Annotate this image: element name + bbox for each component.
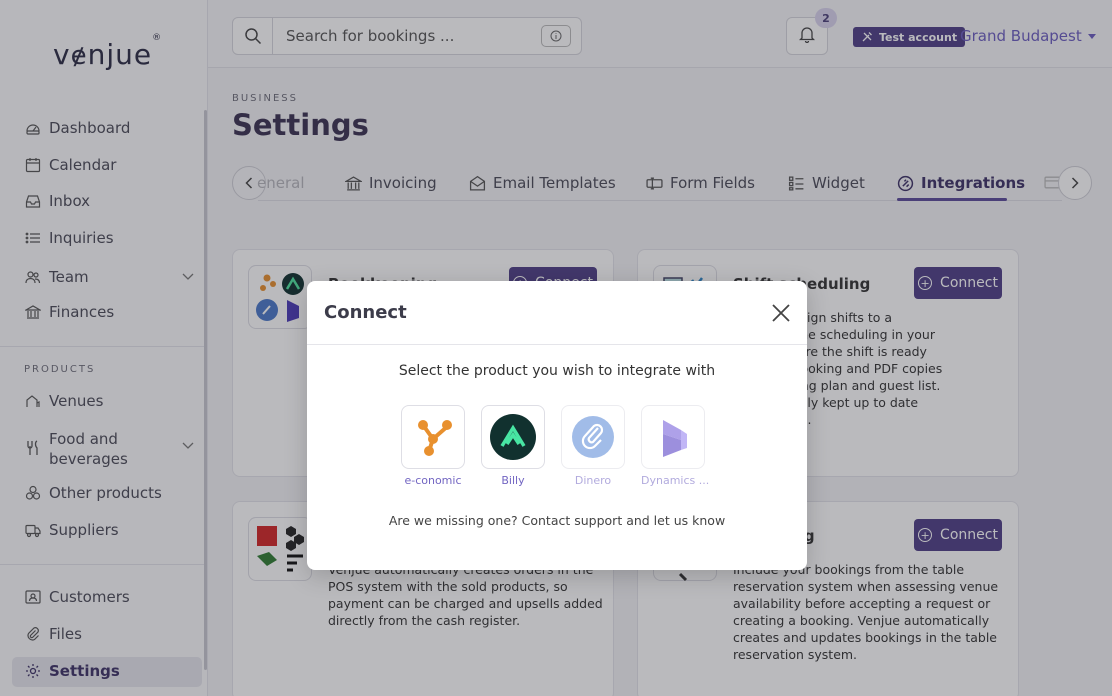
close-icon[interactable] [771, 303, 791, 323]
modal-title: Connect [324, 302, 407, 323]
product-dynamics[interactable]: Dynamics ... [641, 405, 710, 487]
product-name: Billy [501, 474, 525, 487]
e-conomic-logo-icon [401, 405, 465, 469]
modal-footer-help-text[interactable]: Are we missing one? Contact support and … [307, 513, 807, 528]
product-billy[interactable]: Billy [481, 405, 545, 487]
dinero-logo-icon [561, 405, 625, 469]
product-dinero[interactable]: Dinero [561, 405, 625, 487]
product-name: e-conomic [404, 474, 462, 487]
product-name: Dinero [574, 474, 612, 487]
modal-prompt: Select the product you wish to integrate… [398, 363, 716, 379]
product-name: Dynamics ... [641, 474, 710, 487]
dynamics-logo-icon [641, 405, 705, 469]
billy-logo-icon [481, 405, 545, 469]
modal-header: Connect [307, 281, 807, 345]
connect-modal: Connect Select the product you wish to i… [307, 281, 807, 570]
product-e-conomic[interactable]: e-conomic [401, 405, 465, 487]
